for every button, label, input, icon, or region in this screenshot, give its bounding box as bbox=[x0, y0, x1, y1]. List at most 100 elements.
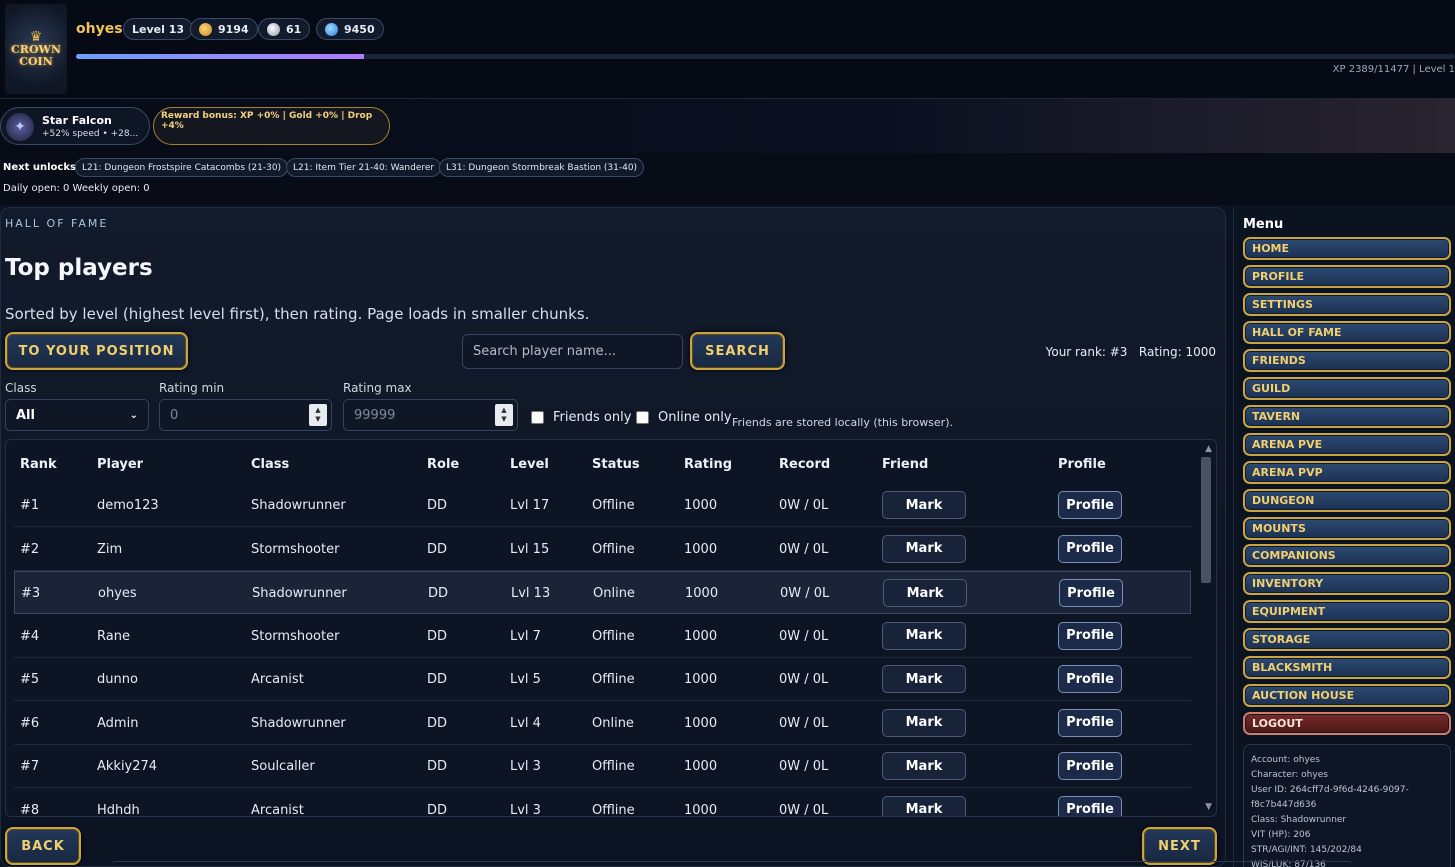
profile-button[interactable]: Profile bbox=[1059, 579, 1123, 607]
cell-role: DD bbox=[427, 541, 448, 557]
cell-record: 0W / 0L bbox=[779, 802, 829, 817]
cell-record: 0W / 0L bbox=[779, 498, 829, 513]
mark-friend-button[interactable]: Mark bbox=[882, 795, 966, 816]
falcon-icon: ✦ bbox=[6, 113, 34, 141]
sidebar-item-tavern[interactable]: TAVERN bbox=[1243, 404, 1451, 428]
sidebar-item-mounts[interactable]: MOUNTS bbox=[1243, 516, 1451, 540]
gem-counter: 9450 bbox=[316, 18, 384, 40]
profile-button[interactable]: Profile bbox=[1058, 708, 1122, 737]
mark-friend-button[interactable]: Mark bbox=[882, 534, 966, 563]
column-header: Player bbox=[97, 457, 144, 472]
sidebar-item-arena-pvp[interactable]: ARENA PVP bbox=[1243, 460, 1451, 484]
scrollbar-thumb[interactable] bbox=[1201, 457, 1211, 583]
profile-button[interactable]: Profile bbox=[1058, 665, 1122, 693]
mark-friend-button[interactable]: Mark bbox=[882, 752, 966, 780]
cell-role: DD bbox=[427, 715, 448, 731]
cell-class: Stormshooter bbox=[251, 541, 340, 557]
table-row: #1 demo123 Shadowrunner DD Lvl 17 Offline 1000… bbox=[14, 484, 1191, 527]
cell-role: DD bbox=[427, 498, 448, 513]
sidebar-item-arena-pve[interactable]: ARENA PVE bbox=[1243, 432, 1451, 456]
mark-friend-button[interactable]: Mark bbox=[883, 579, 967, 607]
search-input[interactable] bbox=[462, 334, 683, 369]
active-mount[interactable]: ✦ Star Falcon +52% speed • +28... bbox=[0, 107, 150, 145]
sidebar-item-home[interactable]: HOME bbox=[1243, 237, 1451, 260]
xp-text: XP 2389/11477 | Level 1 bbox=[1332, 64, 1455, 75]
scroll-down-icon[interactable]: ▼ bbox=[1205, 802, 1212, 812]
rating-max-input[interactable]: 99999 ▲ ▼ bbox=[343, 399, 518, 431]
sidebar-item-equipment[interactable]: EQUIPMENT bbox=[1243, 600, 1451, 624]
class-select-value: All bbox=[16, 407, 35, 423]
xp-bar-fill bbox=[76, 54, 365, 59]
cell-status: Offline bbox=[592, 802, 635, 817]
gem-icon bbox=[325, 22, 338, 36]
profile-button[interactable]: Profile bbox=[1058, 752, 1122, 780]
sidebar-item-settings[interactable]: SETTINGS bbox=[1243, 292, 1451, 316]
online-only-checkbox[interactable] bbox=[636, 411, 649, 424]
page-subtitle: Sorted by level (highest level first), t… bbox=[5, 305, 590, 323]
cell-role: DD bbox=[427, 759, 448, 774]
profile-button[interactable]: Profile bbox=[1058, 534, 1122, 563]
cell-level: Lvl 5 bbox=[510, 672, 541, 687]
xp-bar bbox=[76, 54, 1455, 59]
mark-friend-button[interactable]: Mark bbox=[882, 621, 966, 650]
cell-rating: 1000 bbox=[684, 715, 718, 731]
mark-friend-button[interactable]: Mark bbox=[882, 665, 966, 693]
search-button[interactable]: SEARCH bbox=[690, 332, 785, 370]
cell-status: Offline bbox=[592, 672, 635, 687]
account-info-line: Account: ohyes bbox=[1251, 755, 1320, 765]
sidebar-item-dungeon[interactable]: DUNGEON bbox=[1243, 488, 1451, 512]
sidebar-menu: Menu HOME PROFILE SETTINGS HALL OF FAME FRIE… bbox=[1233, 207, 1455, 867]
rating-min-input[interactable]: 0 ▲ ▼ bbox=[159, 399, 332, 431]
cell-level: Lvl 3 bbox=[510, 802, 541, 817]
sidebar-item-storage[interactable]: STORAGE bbox=[1243, 628, 1451, 652]
cell-level: Lvl 4 bbox=[510, 715, 541, 731]
scroll-up-icon[interactable]: ▲ bbox=[1205, 444, 1212, 454]
sidebar-item-auction-house[interactable]: AUCTION HOUSE bbox=[1243, 684, 1451, 708]
cell-class: Soulcaller bbox=[251, 759, 315, 774]
friends-only-label[interactable]: Friends only bbox=[553, 410, 631, 425]
sidebar-item-profile[interactable]: PROFILE bbox=[1243, 264, 1451, 288]
sidebar-item-hall-of-fame[interactable]: HALL OF FAME bbox=[1243, 320, 1451, 344]
column-header: Status bbox=[592, 457, 640, 472]
sidebar-item-guild[interactable]: GUILD bbox=[1243, 376, 1451, 400]
class-select[interactable]: All ⌄ bbox=[5, 399, 149, 431]
table-row: #7 Akkiy274 Soulcaller DD Lvl 3 Offline 1000 0W… bbox=[14, 745, 1191, 788]
players-table: Rank Player Class Role Level Status Rati… bbox=[5, 439, 1217, 817]
sidebar-item-inventory[interactable]: INVENTORY bbox=[1243, 572, 1451, 596]
rating-min-label: Rating min bbox=[159, 381, 225, 395]
back-button[interactable]: BACK bbox=[5, 827, 81, 865]
cell-rank: #5 bbox=[20, 672, 40, 687]
profile-button[interactable]: Profile bbox=[1058, 491, 1122, 519]
cell-record: 0W / 0L bbox=[779, 672, 829, 687]
crown-coin-logo[interactable]: ♛ CROWN COIN bbox=[5, 4, 67, 94]
logo-text-line-2: COIN bbox=[19, 55, 53, 68]
mark-friend-button[interactable]: Mark bbox=[882, 491, 966, 519]
next-unlocks-label: Next unlocks: bbox=[3, 162, 80, 173]
sidebar-item-blacksmith[interactable]: BLACKSMITH bbox=[1243, 656, 1451, 680]
username: ohyes bbox=[76, 21, 123, 37]
next-button[interactable]: NEXT bbox=[1142, 827, 1217, 865]
friends-only-checkbox[interactable] bbox=[531, 411, 544, 424]
profile-button[interactable]: Profile bbox=[1058, 795, 1122, 816]
sidebar-item-friends[interactable]: FRIENDS bbox=[1243, 348, 1451, 372]
level-text: Level 13 bbox=[132, 22, 185, 36]
opens-counter: Daily open: 0 Weekly open: 0 bbox=[3, 183, 150, 194]
class-filter-label: Class bbox=[5, 381, 37, 395]
profile-button[interactable]: Profile bbox=[1058, 621, 1122, 650]
spinner-icon[interactable]: ▲ ▼ bbox=[309, 404, 327, 426]
logout-button[interactable]: LOGOUT bbox=[1243, 712, 1451, 735]
spinner-icon[interactable]: ▲ ▼ bbox=[495, 404, 513, 426]
account-info-line: User ID: 264cff7d-9f6d-4246-9097-f8c7b44… bbox=[1251, 785, 1409, 810]
unlock-item: L21: Dungeon Frostspire Catacombs (21-30… bbox=[75, 158, 289, 177]
sidebar-item-companions[interactable]: COMPANIONS bbox=[1243, 544, 1451, 568]
cell-rating: 1000 bbox=[684, 541, 718, 557]
mark-friend-button[interactable]: Mark bbox=[882, 708, 966, 737]
online-only-label[interactable]: Online only bbox=[658, 410, 732, 425]
to-your-position-button[interactable]: TO YOUR POSITION bbox=[5, 332, 188, 370]
section-eyebrow: HALL OF FAME bbox=[5, 217, 109, 230]
chevron-down-icon: ⌄ bbox=[129, 409, 138, 421]
cell-class: Stormshooter bbox=[251, 628, 340, 644]
table-row: #5 dunno Arcanist DD Lvl 5 Offline 1000 0W / 0L… bbox=[14, 658, 1191, 701]
page-title: Top players bbox=[5, 255, 153, 281]
table-row: #4 Rane Stormshooter DD Lvl 7 Offline 1000 0W /… bbox=[14, 615, 1191, 658]
